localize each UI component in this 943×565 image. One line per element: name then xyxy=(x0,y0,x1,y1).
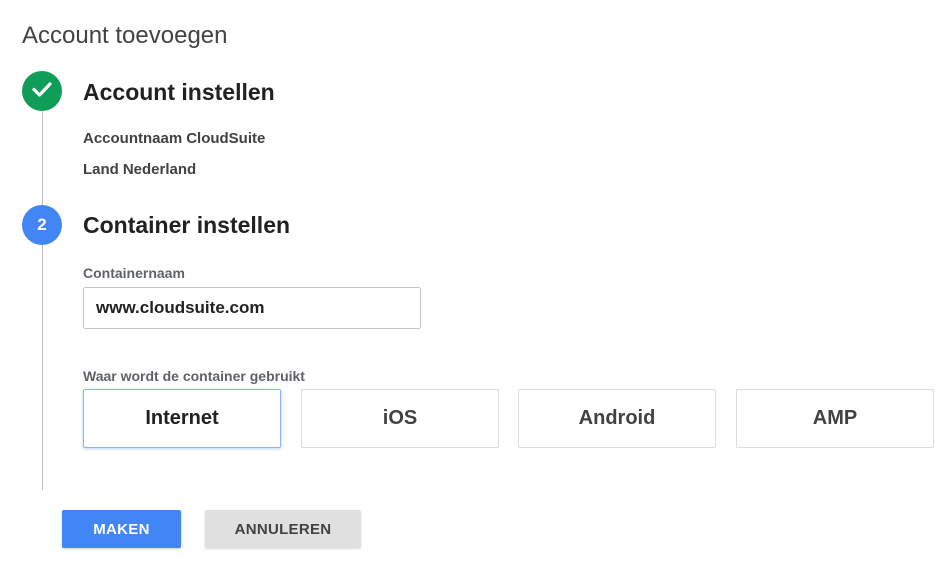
container-name-input[interactable] xyxy=(83,287,421,329)
stepper-line xyxy=(42,108,43,490)
country-summary: Land Nederland xyxy=(83,161,196,178)
create-button[interactable]: MAKEN xyxy=(62,510,181,548)
platform-option-ios[interactable]: iOS xyxy=(301,389,499,448)
account-name-summary: Accountnaam CloudSuite xyxy=(83,130,265,147)
account-name-value: CloudSuite xyxy=(186,130,266,147)
check-icon xyxy=(30,77,54,106)
page-title: Account toevoegen xyxy=(22,22,228,49)
step-2-title: Container instellen xyxy=(83,212,291,238)
platform-option-internet[interactable]: Internet xyxy=(83,389,281,448)
cancel-button[interactable]: ANNULEREN xyxy=(205,510,361,548)
step-1-complete-indicator xyxy=(22,71,62,111)
platform-option-amp[interactable]: AMP xyxy=(736,389,934,448)
account-name-label: Accountnaam xyxy=(83,130,183,147)
step-2-indicator: 2 xyxy=(22,205,62,245)
platform-option-android[interactable]: Android xyxy=(518,389,716,448)
add-account-page: Account toevoegen Account instellen Acco… xyxy=(0,0,943,565)
country-value: Nederland xyxy=(122,161,197,178)
container-name-label: Containernaam xyxy=(83,265,185,281)
country-label: Land xyxy=(83,161,119,178)
step-1-title: Account instellen xyxy=(83,79,275,105)
usage-label: Waar wordt de container gebruikt xyxy=(83,368,305,384)
